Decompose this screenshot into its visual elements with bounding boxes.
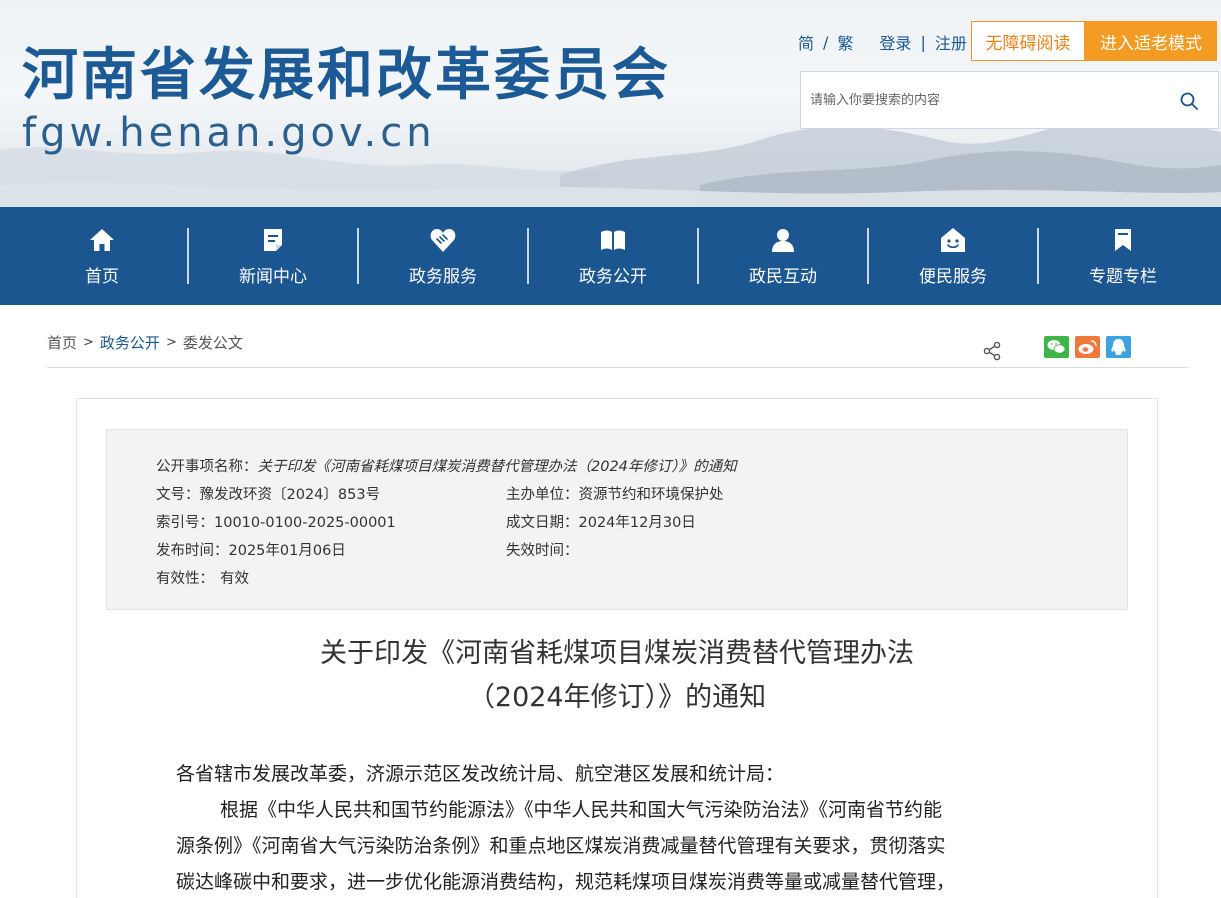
nav-divider: [357, 228, 359, 284]
meta-key: 主办单位：: [506, 487, 579, 503]
breadcrumb: 首页 > 政务公开 > 委发公文: [47, 332, 243, 352]
nav-label: 政民互动: [749, 266, 817, 287]
lang-traditional-link[interactable]: 繁: [837, 30, 853, 54]
nav-item-convenience[interactable]: 便民服务: [868, 207, 1038, 305]
meta-value: 10010-0100-2025-00001: [214, 515, 396, 531]
meta-key: 发布时间：: [156, 543, 229, 559]
nav-divider: [697, 228, 699, 284]
weibo-icon: [1075, 336, 1100, 358]
breadcrumb-home[interactable]: 首页: [47, 332, 77, 353]
article-body: 各省辖市发展改革委，济源示范区发改统计局、航空港区发展和统计局： 根据《中华人民…: [176, 756, 1066, 898]
handshake-heart-icon: [430, 228, 456, 252]
breadcrumb-separator: >: [83, 334, 94, 350]
nav-label: 便民服务: [919, 266, 987, 287]
open-book-icon: [601, 230, 625, 250]
meta-value: 资源节约和环境保护处: [578, 487, 724, 503]
wechat-icon: [1044, 336, 1069, 358]
meta-index: 索引号：10010-0100-2025-00001: [156, 511, 396, 532]
link-divider: |: [920, 32, 926, 52]
meta-value: 有效: [220, 571, 249, 587]
nav-item-open-gov[interactable]: 政务公开: [528, 207, 698, 305]
bookmark-icon: [1115, 228, 1131, 251]
user-icon: [772, 228, 794, 252]
article-title: 关于印发《河南省耗煤项目煤炭消费替代管理办法 （2024年修订）》的通知: [106, 632, 1128, 720]
weibo-share-button[interactable]: [1075, 336, 1100, 358]
nav-divider: [867, 228, 869, 284]
lang-simplified-link[interactable]: 简: [798, 30, 814, 54]
lang-divider: /: [823, 32, 829, 52]
search-input[interactable]: [810, 87, 1160, 113]
site-domain: fgw.henan.gov.cn: [22, 110, 436, 156]
nav-divider: [1037, 228, 1039, 284]
meta-expire: 失效时间：: [506, 539, 579, 560]
nav-item-home[interactable]: 首页: [17, 207, 187, 305]
nav-label: 新闻中心: [239, 266, 307, 287]
login-link[interactable]: 登录: [879, 30, 911, 54]
home-icon: [90, 228, 114, 251]
meta-doc-no: 文号：豫发改环资〔2024〕853号: [156, 483, 380, 504]
nav-item-services[interactable]: 政务服务: [358, 207, 528, 305]
meta-validity: 有效性： 有效: [156, 567, 249, 588]
accessible-reading-button[interactable]: 无障碍阅读: [971, 21, 1085, 61]
document-icon: [264, 228, 282, 251]
meta-value: 关于印发《河南省耗煤项目煤炭消费替代管理办法（2024年修订）》的通知: [257, 459, 737, 475]
search-icon[interactable]: [1179, 91, 1199, 111]
meta-date: 成文日期：2024年12月30日: [506, 511, 696, 532]
meta-key: 有效性：: [156, 571, 214, 587]
wechat-share-button[interactable]: [1044, 336, 1069, 358]
smile-house-icon: [941, 227, 965, 252]
article-title-line: 关于印发《河南省耗煤项目煤炭消费替代管理办法: [320, 638, 914, 669]
paragraph-line: 碳达峰碳中和要求，进一步优化能源消费结构，规范耗煤项目煤炭消费等量或减量替代管理…: [176, 871, 956, 893]
qq-share-button[interactable]: [1106, 336, 1131, 358]
breadcrumb-underline: [47, 367, 1188, 368]
breadcrumb-current[interactable]: 委发公文: [183, 332, 243, 353]
meta-item-name: 公开事项名称：关于印发《河南省耗煤项目煤炭消费替代管理办法（2024年修订）》的…: [156, 455, 737, 476]
nav-item-news[interactable]: 新闻中心: [188, 207, 358, 305]
salutation: 各省辖市发展改革委，济源示范区发改统计局、航空港区发展和统计局：: [176, 763, 785, 785]
top-links: 简 / 繁 登录 | 注册: [798, 30, 967, 54]
qq-icon: [1106, 336, 1131, 358]
meta-dept: 主办单位：资源节约和环境保护处: [506, 483, 724, 504]
meta-key: 成文日期：: [506, 515, 579, 531]
paragraph-line: 源条例》《河南省大气污染防治条例》和重点地区煤炭消费减量替代管理有关要求，贯彻落…: [176, 835, 946, 857]
nav-label: 政务公开: [579, 266, 647, 287]
paragraph-line: 根据《中华人民共和国节约能源法》《中华人民共和国大气污染防治法》《河南省节约能: [220, 799, 943, 821]
meta-publish: 发布时间：2025年01月06日: [156, 539, 346, 560]
meta-value: 豫发改环资〔2024〕853号: [199, 487, 381, 503]
nav-divider: [527, 228, 529, 284]
elderly-mode-button[interactable]: 进入适老模式: [1085, 21, 1217, 61]
meta-key: 公开事项名称：: [156, 459, 258, 475]
site-title[interactable]: 河南省发展和改革委员会: [22, 30, 671, 111]
breadcrumb-separator: >: [165, 334, 177, 350]
nav-divider: [187, 228, 189, 284]
meta-key: 文号：: [156, 487, 200, 503]
nav-label: 政务服务: [409, 266, 477, 287]
meta-value: 2025年01月06日: [228, 543, 346, 559]
meta-value: 2024年12月30日: [578, 515, 696, 531]
search-box: [800, 71, 1219, 129]
nav-label: 专题专栏: [1089, 266, 1157, 287]
article-title-line: （2024年修订）》的通知: [467, 682, 767, 713]
nav-item-interaction[interactable]: 政民互动: [698, 207, 868, 305]
meta-key: 失效时间：: [506, 543, 579, 559]
nav-label: 首页: [85, 266, 119, 287]
meta-key: 索引号：: [156, 515, 214, 531]
share-icon[interactable]: [982, 341, 1002, 361]
register-link[interactable]: 注册: [935, 30, 967, 54]
breadcrumb-section[interactable]: 政务公开: [100, 332, 160, 353]
nav-item-special[interactable]: 专题专栏: [1038, 207, 1208, 305]
